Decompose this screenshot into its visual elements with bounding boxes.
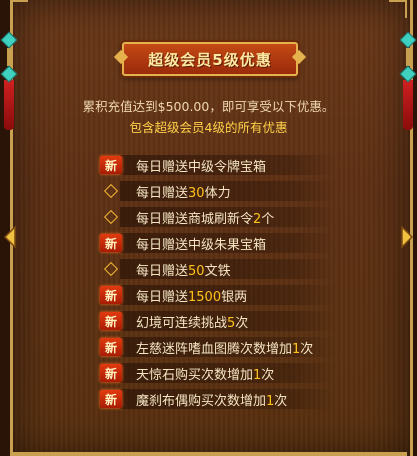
description-text: 累积充值达到$500.00，即可享受以下优惠。 [82, 99, 335, 114]
benefit-text: 每日赠送30体力 [136, 182, 231, 201]
new-badge: 新 [100, 390, 122, 408]
new-badge: 新 [100, 312, 122, 330]
benefit-text: 魔刹布偶购买次数增加1次 [136, 390, 287, 409]
benefit-text-main: 每日赠送 [136, 263, 189, 279]
benefit-text-suffix: 文铁 [204, 263, 231, 279]
benefit-item: 新天惊石购买次数增加1次 [98, 360, 338, 386]
benefit-item: 新每日赠送中级朱果宝箱 [98, 230, 338, 256]
benefit-item: 新每日赠送1500银两 [98, 282, 338, 308]
inherit-note: 包含超级会员4级的所有优惠 [129, 120, 288, 135]
benefit-item: 每日赠送50文铁 [98, 256, 338, 282]
new-badge: 新 [100, 234, 122, 252]
benefit-item: 新左慈迷阵嗜血图腾次数增加1次 [98, 334, 338, 360]
benefit-text: 每日赠送商城刷新令2个 [136, 208, 274, 227]
new-badge: 新 [100, 286, 122, 304]
benefit-amount: 30 [188, 185, 205, 201]
benefit-text-main: 每日赠送商城刷新令 [136, 211, 254, 227]
new-badge: 新 [100, 156, 122, 174]
benefit-text: 天惊石购买次数增加1次 [136, 364, 274, 383]
diamond-icon [100, 208, 122, 226]
benefit-text-suffix: 个 [261, 211, 275, 227]
new-badge: 新 [100, 364, 122, 382]
benefit-list: 新每日赠送中级令牌宝箱 每日赠送30体力 每日赠送商城刷新令2个新每日赠送中级朱果宝… [98, 152, 338, 412]
benefit-item: 每日赠送30体力 [98, 178, 338, 204]
benefit-text: 每日赠送1500银两 [136, 286, 247, 305]
new-badge: 新 [100, 338, 122, 356]
benefit-text-suffix: 银两 [221, 289, 248, 305]
arrow-right-icon[interactable] [397, 224, 417, 250]
diamond-icon [100, 182, 122, 200]
benefit-amount: 1500 [188, 289, 222, 305]
diamond-icon [100, 260, 122, 278]
benefit-text-main: 每日赠送中级朱果宝箱 [136, 237, 267, 253]
benefit-text: 左慈迷阵嗜血图腾次数增加1次 [136, 338, 313, 357]
benefit-text-main: 天惊石购买次数增加 [136, 367, 254, 383]
benefit-text-suffix: 次 [235, 315, 249, 331]
benefit-text-suffix: 次 [261, 367, 275, 383]
benefit-text-suffix: 体力 [204, 185, 231, 201]
benefit-item: 新每日赠送中级令牌宝箱 [98, 152, 338, 178]
left-tassel-icon [0, 31, 18, 130]
title-banner: 超级会员5级优惠 [122, 42, 298, 76]
benefit-text-main: 幻境可连续挑战 [136, 315, 228, 331]
arrow-left-icon[interactable] [0, 224, 20, 250]
benefit-item: 新魔刹布偶购买次数增加1次 [98, 386, 338, 412]
frame-corner-icon [389, 0, 407, 18]
benefit-text-suffix: 次 [274, 393, 288, 409]
benefit-amount: 50 [188, 263, 205, 279]
benefit-text: 幻境可连续挑战5次 [136, 312, 248, 331]
benefit-text-main: 每日赠送中级令牌宝箱 [136, 159, 267, 175]
benefit-item: 每日赠送商城刷新令2个 [98, 204, 338, 230]
benefit-text-main: 每日赠送 [136, 289, 189, 305]
benefit-text-main: 每日赠送 [136, 185, 189, 201]
benefit-text: 每日赠送50文铁 [136, 260, 231, 279]
right-tassel-icon [399, 31, 417, 130]
page-title: 超级会员5级优惠 [148, 50, 272, 69]
benefit-text: 每日赠送中级令牌宝箱 [136, 156, 266, 175]
frame-corner-icon [10, 0, 28, 18]
benefit-item: 新幻境可连续挑战5次 [98, 308, 338, 334]
benefit-text-suffix: 次 [300, 341, 314, 357]
benefit-text: 每日赠送中级朱果宝箱 [136, 234, 266, 253]
frame-bottom-trim [10, 452, 407, 456]
benefit-text-main: 左慈迷阵嗜血图腾次数增加 [136, 341, 293, 357]
benefit-text-main: 魔刹布偶购买次数增加 [136, 393, 267, 409]
